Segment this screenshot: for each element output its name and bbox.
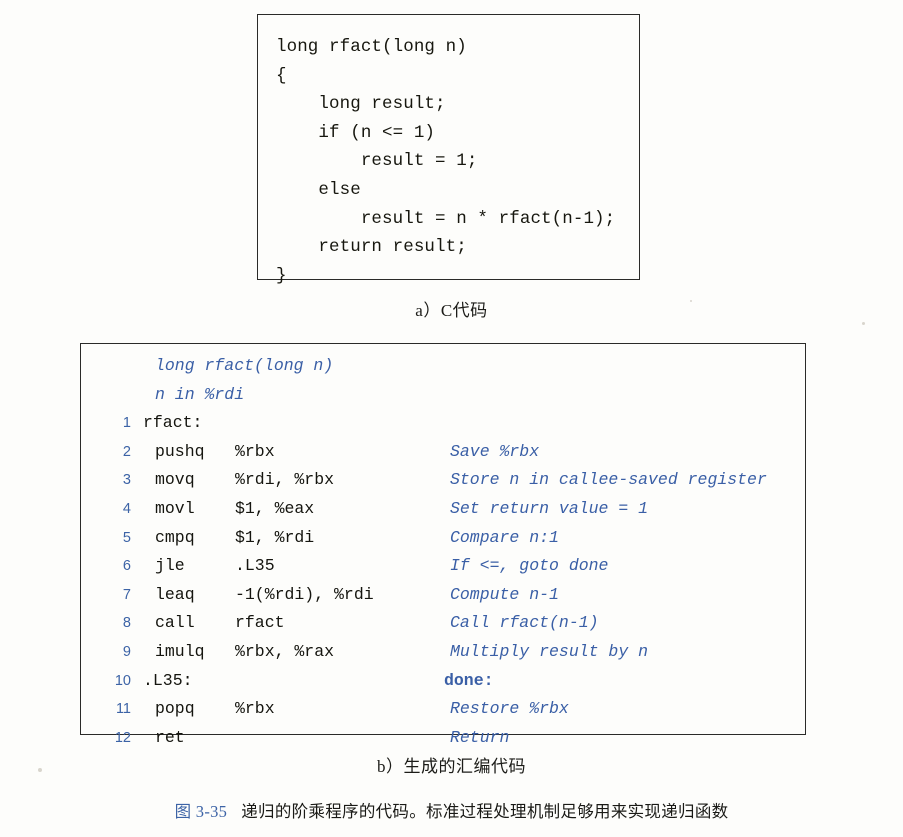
assembly-mnemonic: popq [155,699,195,719]
panel-b-caption: b）生成的汇编代码 [377,757,526,776]
assembly-mnemonic: jle [155,556,185,576]
paper-speck [690,300,692,302]
assembly-comment: Multiply result by n [450,641,649,661]
assembly-target-label: done: [444,670,494,690]
assembly-mnemonic: imulq [155,641,205,661]
assembly-mnemonic: call [155,613,195,633]
assembly-label: rfact: [143,413,203,433]
assembly-line-number: 7 [122,586,131,603]
assembly-mnemonic: movq [155,470,195,490]
assembly-instruction-row: 6 jle .L35 If <=, goto done [81,556,805,585]
figure-number: 图 3-35 [174,802,228,821]
assembly-comment: Call rfact(n-1) [450,613,599,633]
assembly-operands: rfact [235,613,285,633]
assembly-line-number: 5 [122,529,131,546]
assembly-line-number: 12 [114,729,131,746]
assembly-comment: Restore %rbx [450,699,569,719]
c-code-listing: long rfact(long n) { long result; if (n … [276,37,616,286]
assembly-operands: %rbx [235,699,275,719]
assembly-listing: long rfact(long n) n in %rdi 1 rfact: 2 pushq… [81,344,805,756]
assembly-comment: If <=, goto done [450,556,609,576]
paper-speck [38,768,42,772]
assembly-instruction-row: 3 movq %rdi, %rbx Store n in callee-saved r… [81,470,805,499]
assembly-instruction-row: 8 call rfact Call rfact(n-1) [81,613,805,642]
assembly-operands: $1, %eax [235,498,315,518]
assembly-instruction-row: 5 cmpq $1, %rdi Compare n:1 [81,528,805,557]
assembly-operands: .L35 [235,556,275,576]
assembly-line-number: 2 [122,443,131,460]
assembly-header-text: long rfact(long n) [155,356,334,375]
assembly-mnemonic: ret [155,727,185,747]
assembly-line-number: 6 [122,558,131,575]
assembly-line-number: 4 [122,500,131,517]
assembly-instruction-row: 4 movl $1, %eax Set return value = 1 [81,499,805,528]
assembly-operands: $1, %rdi [235,527,315,547]
assembly-line-number: 10 [114,672,131,689]
assembly-panel: long rfact(long n) n in %rdi 1 rfact: 2 pushq… [80,343,806,747]
assembly-label: .L35: [143,670,193,690]
assembly-mnemonic: pushq [155,441,205,461]
assembly-comment: Save %rbx [450,441,540,461]
assembly-operands: %rbx, %rax [235,641,335,661]
assembly-comment: Set return value = 1 [450,498,649,518]
assembly-operands: %rbx [235,441,275,461]
assembly-line-number: 11 [115,701,131,718]
assembly-mnemonic: movl [155,498,195,518]
assembly-operands: %rdi, %rbx [235,470,335,490]
assembly-mnemonic: cmpq [155,527,195,547]
assembly-instruction-row: 2 pushq %rbx Save %rbx [81,442,805,471]
assembly-mnemonic: leaq [155,584,195,604]
figure-caption-text: 递归的阶乘程序的代码。标准过程处理机制足够用来实现递归函数 [241,802,729,821]
assembly-comment: Compare n:1 [450,527,559,547]
assembly-comment: Return [450,727,510,747]
assembly-line-number: 3 [122,472,131,489]
assembly-instruction-row: 11 popq %rbx Restore %rbx [81,699,805,728]
assembly-header-row: n in %rdi [81,385,805,414]
assembly-operands: -1(%rdi), %rdi [235,584,374,604]
assembly-line-number: 8 [122,615,131,632]
assembly-line-number: 1 [122,415,131,432]
assembly-instruction-row: 1 rfact: [81,413,805,442]
assembly-line-number: 9 [122,643,131,660]
assembly-instruction-row: 7 leaq -1(%rdi), %rdi Compute n-1 [81,585,805,614]
assembly-header-row: long rfact(long n) [81,356,805,385]
figure-caption: 图 3-35 递归的阶乘程序的代码。标准过程处理机制足够用来实现递归函数 [0,798,903,822]
assembly-comment: Compute n-1 [450,584,559,604]
paper-speck [862,322,865,325]
assembly-instruction-row: 9 imulq %rbx, %rax Multiply result by n [81,642,805,671]
assembly-instruction-row: 10 .L35: done: [81,671,805,700]
c-code-panel: long rfact(long n) { long result; if (n … [257,14,640,286]
assembly-comment: Store n in callee-saved register [450,470,767,490]
panel-a-caption: a）C代码 [415,301,488,320]
assembly-header-text: n in %rdi [155,384,245,404]
